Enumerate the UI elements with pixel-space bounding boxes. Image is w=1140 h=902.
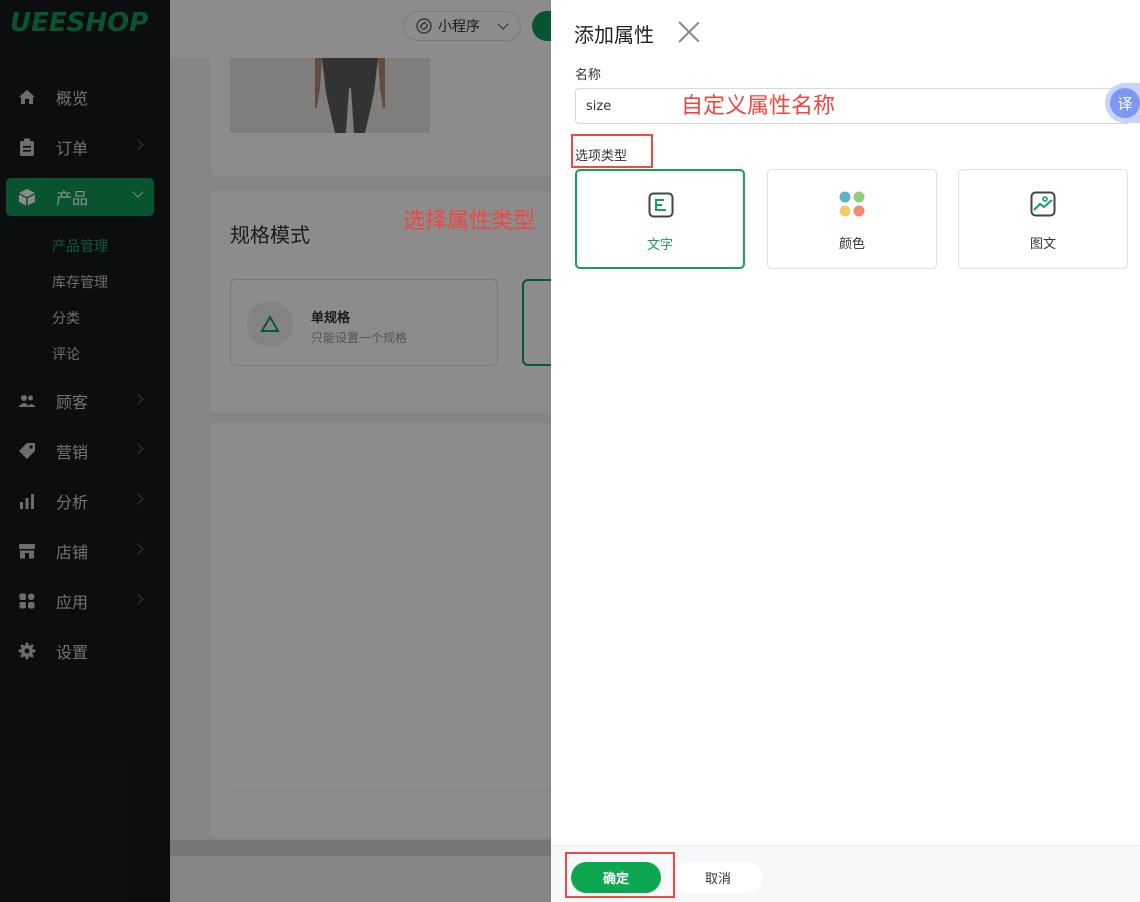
option-label: 颜色 [838, 237, 865, 252]
attribute-name-input[interactable] [575, 88, 1131, 124]
modal-overlay[interactable] [0, 0, 551, 902]
cancel-button[interactable]: 取消 [673, 862, 763, 893]
option-type-text[interactable]: 文字 [575, 169, 745, 269]
image-icon [1029, 190, 1057, 218]
add-attribute-drawer: 添加属性 名称 自定义属性名称 译 选项类型 文字 颜色 图文 确定 取消 [551, 0, 1140, 902]
option-type-image-text[interactable]: 图文 [958, 169, 1128, 269]
translate-icon: 译 [1110, 88, 1140, 118]
annotation-name-hint: 自定义属性名称 [681, 94, 836, 119]
annotation-highlight-box [571, 134, 653, 168]
close-icon[interactable] [677, 20, 701, 44]
option-type-color[interactable]: 颜色 [767, 169, 937, 269]
option-label: 文字 [646, 238, 673, 253]
color-dots-icon [838, 190, 866, 218]
annotation-type-hint: 选择属性类型 [403, 209, 536, 234]
name-label: 名称 [575, 68, 602, 83]
option-label: 图文 [1029, 237, 1056, 252]
annotation-highlight-box [565, 852, 675, 898]
drawer-title: 添加属性 [574, 23, 654, 47]
translate-button[interactable]: 译 [1105, 83, 1140, 123]
text-icon [647, 191, 675, 219]
